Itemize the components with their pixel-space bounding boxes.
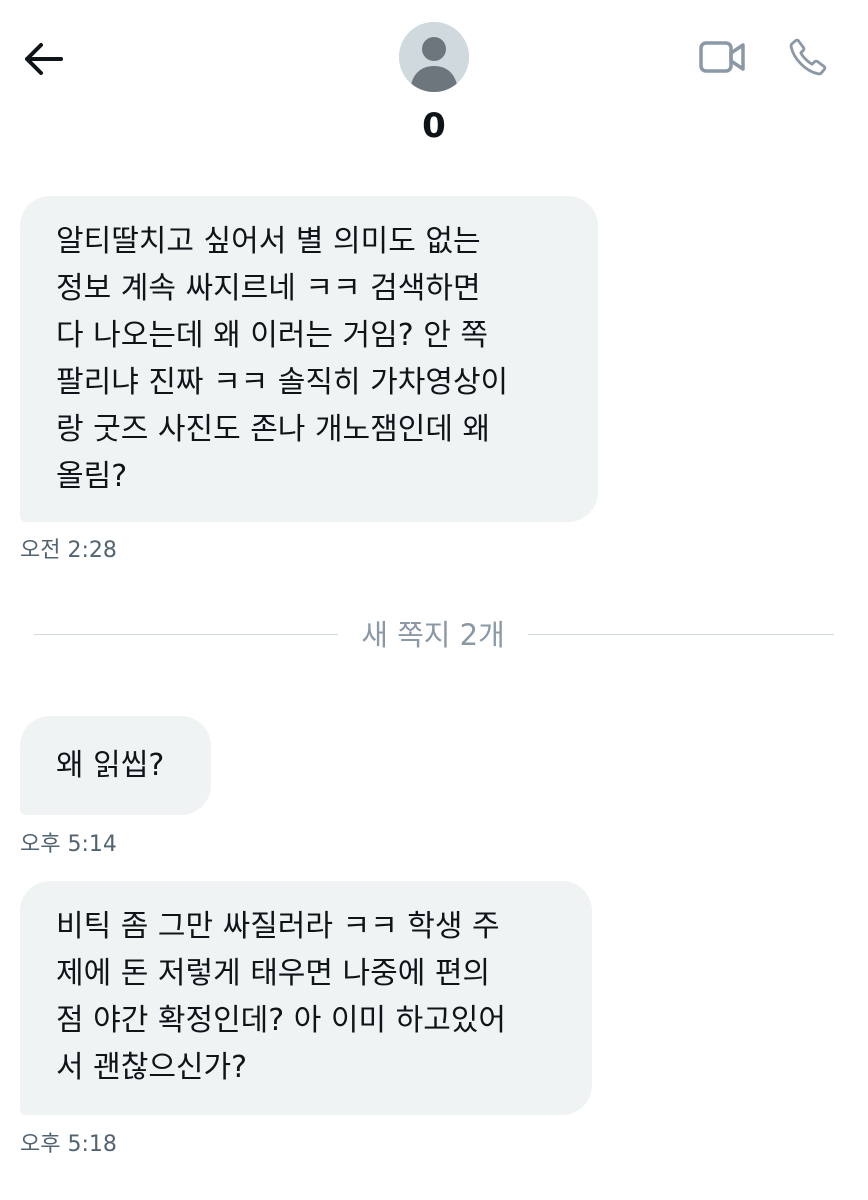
avatar[interactable] <box>399 22 469 92</box>
message-timestamp: 오후 5:18 <box>20 1132 117 1157</box>
default-avatar-icon <box>399 22 469 92</box>
message-bubble[interactable]: 알티딸치고 싶어서 별 의미도 없는 정보 계속 싸지르네 ㅋㅋ 검색하면 다 … <box>20 196 598 522</box>
message-timestamp: 오전 2:28 <box>20 538 117 563</box>
divider-line <box>34 634 338 635</box>
voice-call-button[interactable] <box>783 32 833 82</box>
new-messages-divider: 새 쪽지 2개 <box>34 606 834 656</box>
divider-line <box>528 634 834 635</box>
message-timestamp: 오후 5:14 <box>20 832 117 857</box>
video-call-button[interactable] <box>694 34 750 80</box>
phone-icon <box>789 38 827 76</box>
message-bubble[interactable]: 왜 읽씹? <box>20 716 211 815</box>
conversation-header: 0 <box>0 0 868 170</box>
contact-name[interactable]: 0 <box>0 106 868 146</box>
video-camera-icon <box>699 41 745 73</box>
message-bubble[interactable]: 비틱 좀 그만 싸질러라 ㅋㅋ 학생 주 제에 돈 저렇게 태우면 나중에 편의… <box>20 881 592 1115</box>
arrow-left-icon <box>25 43 63 75</box>
new-messages-label: 새 쪽지 2개 <box>361 618 505 652</box>
back-button[interactable] <box>20 36 66 82</box>
